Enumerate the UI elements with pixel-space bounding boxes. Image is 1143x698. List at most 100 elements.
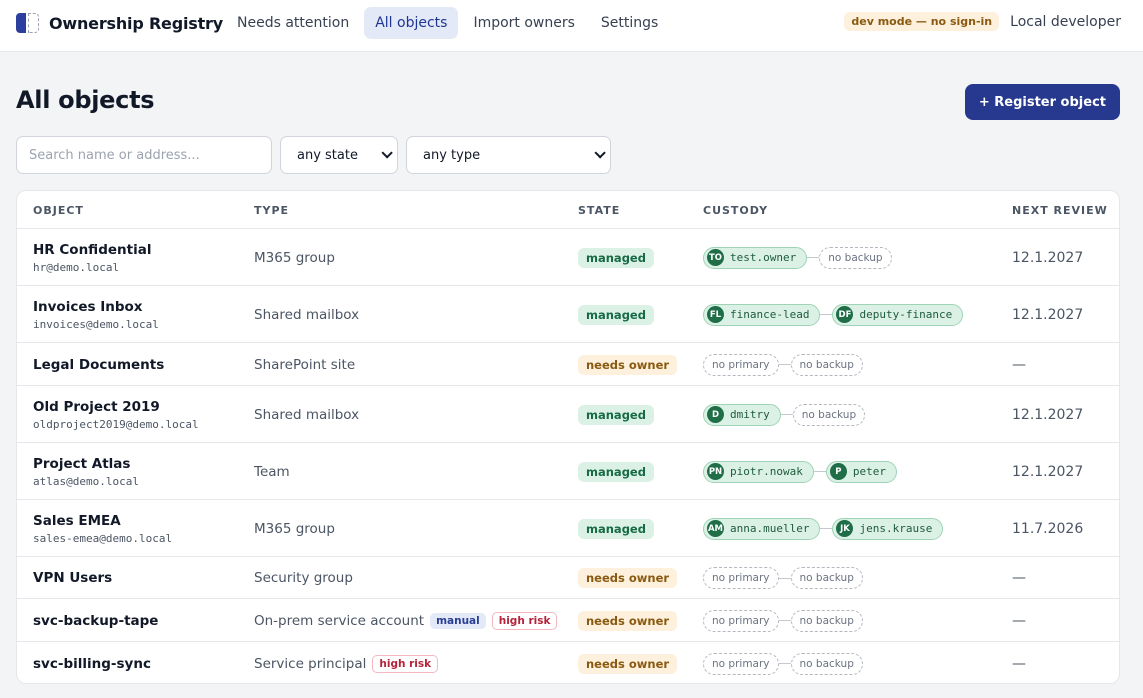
object-name[interactable]: svc-backup-tape [33, 613, 158, 629]
primary-owner-chip[interactable]: FL finance-lead [703, 303, 821, 326]
status-badge: needs owner [578, 354, 678, 375]
object-name[interactable]: svc-billing-sync [33, 656, 151, 672]
nav-settings[interactable]: Settings [590, 7, 669, 39]
custody-connector [780, 414, 793, 415]
status-badge: managed [578, 404, 654, 425]
status-badge: managed [578, 247, 654, 268]
table-row[interactable]: Project Atlas atlas@demo.local Team managed… [17, 443, 1119, 500]
backup-owner-chip[interactable]: Ppeter [825, 460, 897, 483]
dev-mode-badge: dev mode — no sign-in [844, 12, 1000, 31]
next-review-date: 11.7.2026 [1012, 520, 1084, 537]
object-type: M365 group [254, 520, 335, 537]
type-cell: Shared mailbox [254, 386, 359, 443]
state-filter-select[interactable]: any state [280, 136, 398, 174]
primary-owner-chip[interactable]: Ddmitry [703, 403, 781, 426]
object-type: Service principal [254, 655, 367, 672]
column-header-type[interactable]: TYPE [254, 204, 289, 217]
object-name[interactable]: Sales EMEA [33, 513, 121, 529]
object-cell: Sales EMEA sales-emea@demo.local [33, 500, 172, 557]
custody-cell: TO test.owner no backup [703, 229, 892, 286]
chevron-down-icon [594, 147, 606, 159]
table-header: OBJECT TYPE STATE CUSTODY NEXT REVIEW [17, 191, 1119, 229]
object-address: oldproject2019@demo.local [33, 417, 199, 431]
next-review-cell: — [1012, 343, 1026, 386]
next-review-cell: 12.1.2027 [1012, 229, 1083, 286]
type-filter-select[interactable]: any type [406, 136, 611, 174]
column-header-custody[interactable]: CUSTODY [703, 204, 768, 217]
custody-cell: no primary no backup [703, 557, 863, 599]
object-cell: Old Project 2019 oldproject2019@demo.loca… [33, 386, 199, 443]
register-object-button[interactable]: + Register object [964, 84, 1120, 120]
object-type: Team [254, 463, 290, 480]
no-backup-chip: no backup [792, 403, 866, 426]
avatar: DF [836, 306, 854, 323]
object-cell: HR Confidential hr@demo.local [33, 229, 151, 286]
high-risk-tag: high risk [491, 611, 558, 630]
object-type: Security group [254, 570, 353, 586]
next-review-date: 12.1.2027 [1012, 306, 1084, 323]
backup-owner-name: peter [852, 465, 886, 478]
primary-owner-chip[interactable]: PN piotr.nowak [703, 460, 814, 483]
no-backup-chip: no backup [790, 652, 863, 675]
state-cell: needs owner [578, 599, 678, 642]
status-badge: needs owner [578, 610, 678, 631]
table-row[interactable]: VPN Users Security group needs owner no pri… [17, 557, 1119, 599]
column-header-next-review[interactable]: NEXT REVIEW [1012, 204, 1108, 217]
next-review-date: — [1012, 356, 1026, 373]
type-cell: Team [254, 443, 290, 500]
custody-connector [807, 257, 820, 258]
state-cell: managed [578, 500, 654, 557]
object-cell: Project Atlas atlas@demo.local [33, 443, 139, 500]
no-primary-chip: no primary [703, 652, 779, 675]
next-review-cell: — [1012, 557, 1026, 599]
table-row[interactable]: Sales EMEA sales-emea@demo.local M365 grou… [17, 500, 1119, 557]
main-nav: Needs attention All objects Import owner… [226, 7, 669, 39]
table-row[interactable]: HR Confidential hr@demo.local M365 group ma… [17, 229, 1119, 286]
nav-import-owners[interactable]: Import owners [462, 7, 585, 39]
custody-connector [778, 364, 791, 365]
backup-owner-chip[interactable]: DF deputy-finance [832, 303, 964, 326]
avatar: D [707, 406, 724, 423]
next-review-cell: 12.1.2027 [1012, 443, 1083, 500]
object-name[interactable]: VPN Users [33, 570, 112, 586]
next-review-cell: 11.7.2026 [1012, 500, 1083, 557]
status-badge: managed [578, 461, 654, 482]
state-cell: managed [578, 286, 654, 343]
nav-needs-attention[interactable]: Needs attention [226, 7, 360, 39]
primary-owner-name: anna.mueller [730, 522, 810, 535]
object-name[interactable]: Legal Documents [33, 357, 164, 373]
user-name[interactable]: Local developer [1010, 14, 1121, 30]
next-review-date: — [1012, 655, 1026, 672]
object-name[interactable]: HR Confidential [33, 242, 151, 258]
avatar: P [829, 463, 847, 480]
table-row[interactable]: Old Project 2019 oldproject2019@demo.loca… [17, 386, 1119, 443]
object-name[interactable]: Invoices Inbox [33, 299, 143, 315]
type-cell: M365 group [254, 500, 335, 557]
primary-owner-chip[interactable]: AM anna.mueller [703, 517, 821, 540]
logo-icon [16, 12, 40, 34]
brand[interactable]: Ownership Registry [16, 0, 223, 46]
object-name[interactable]: Old Project 2019 [33, 399, 160, 415]
table-row[interactable]: svc-billing-sync Service principal high ri… [17, 642, 1119, 683]
avatar: PN [707, 463, 724, 480]
next-review-date: 12.1.2027 [1012, 463, 1084, 480]
object-name[interactable]: Project Atlas [33, 456, 130, 472]
table-row[interactable]: Legal Documents SharePoint site needs owne… [17, 343, 1119, 386]
search-input[interactable] [16, 136, 272, 174]
nav-all-objects[interactable]: All objects [364, 7, 459, 39]
primary-owner-name: piotr.nowak [730, 465, 803, 478]
object-address: sales-emea@demo.local [33, 531, 173, 545]
column-header-state[interactable]: STATE [578, 204, 620, 217]
no-primary-chip: no primary [703, 353, 779, 376]
column-header-object[interactable]: OBJECT [33, 204, 84, 217]
primary-owner-chip[interactable]: TO test.owner [703, 246, 808, 269]
no-primary-chip: no primary [703, 609, 779, 632]
table-row[interactable]: Invoices Inbox invoices@demo.local Shared … [17, 286, 1119, 343]
next-review-date: — [1012, 612, 1026, 629]
next-review-date: 12.1.2027 [1012, 249, 1084, 266]
state-cell: needs owner [578, 343, 678, 386]
status-badge: needs owner [578, 568, 678, 588]
backup-owner-chip[interactable]: JK jens.krause [832, 517, 944, 540]
table-row[interactable]: svc-backup-tape On-prem service account ma… [17, 599, 1119, 642]
custody-cell: no primary no backup [703, 599, 863, 642]
